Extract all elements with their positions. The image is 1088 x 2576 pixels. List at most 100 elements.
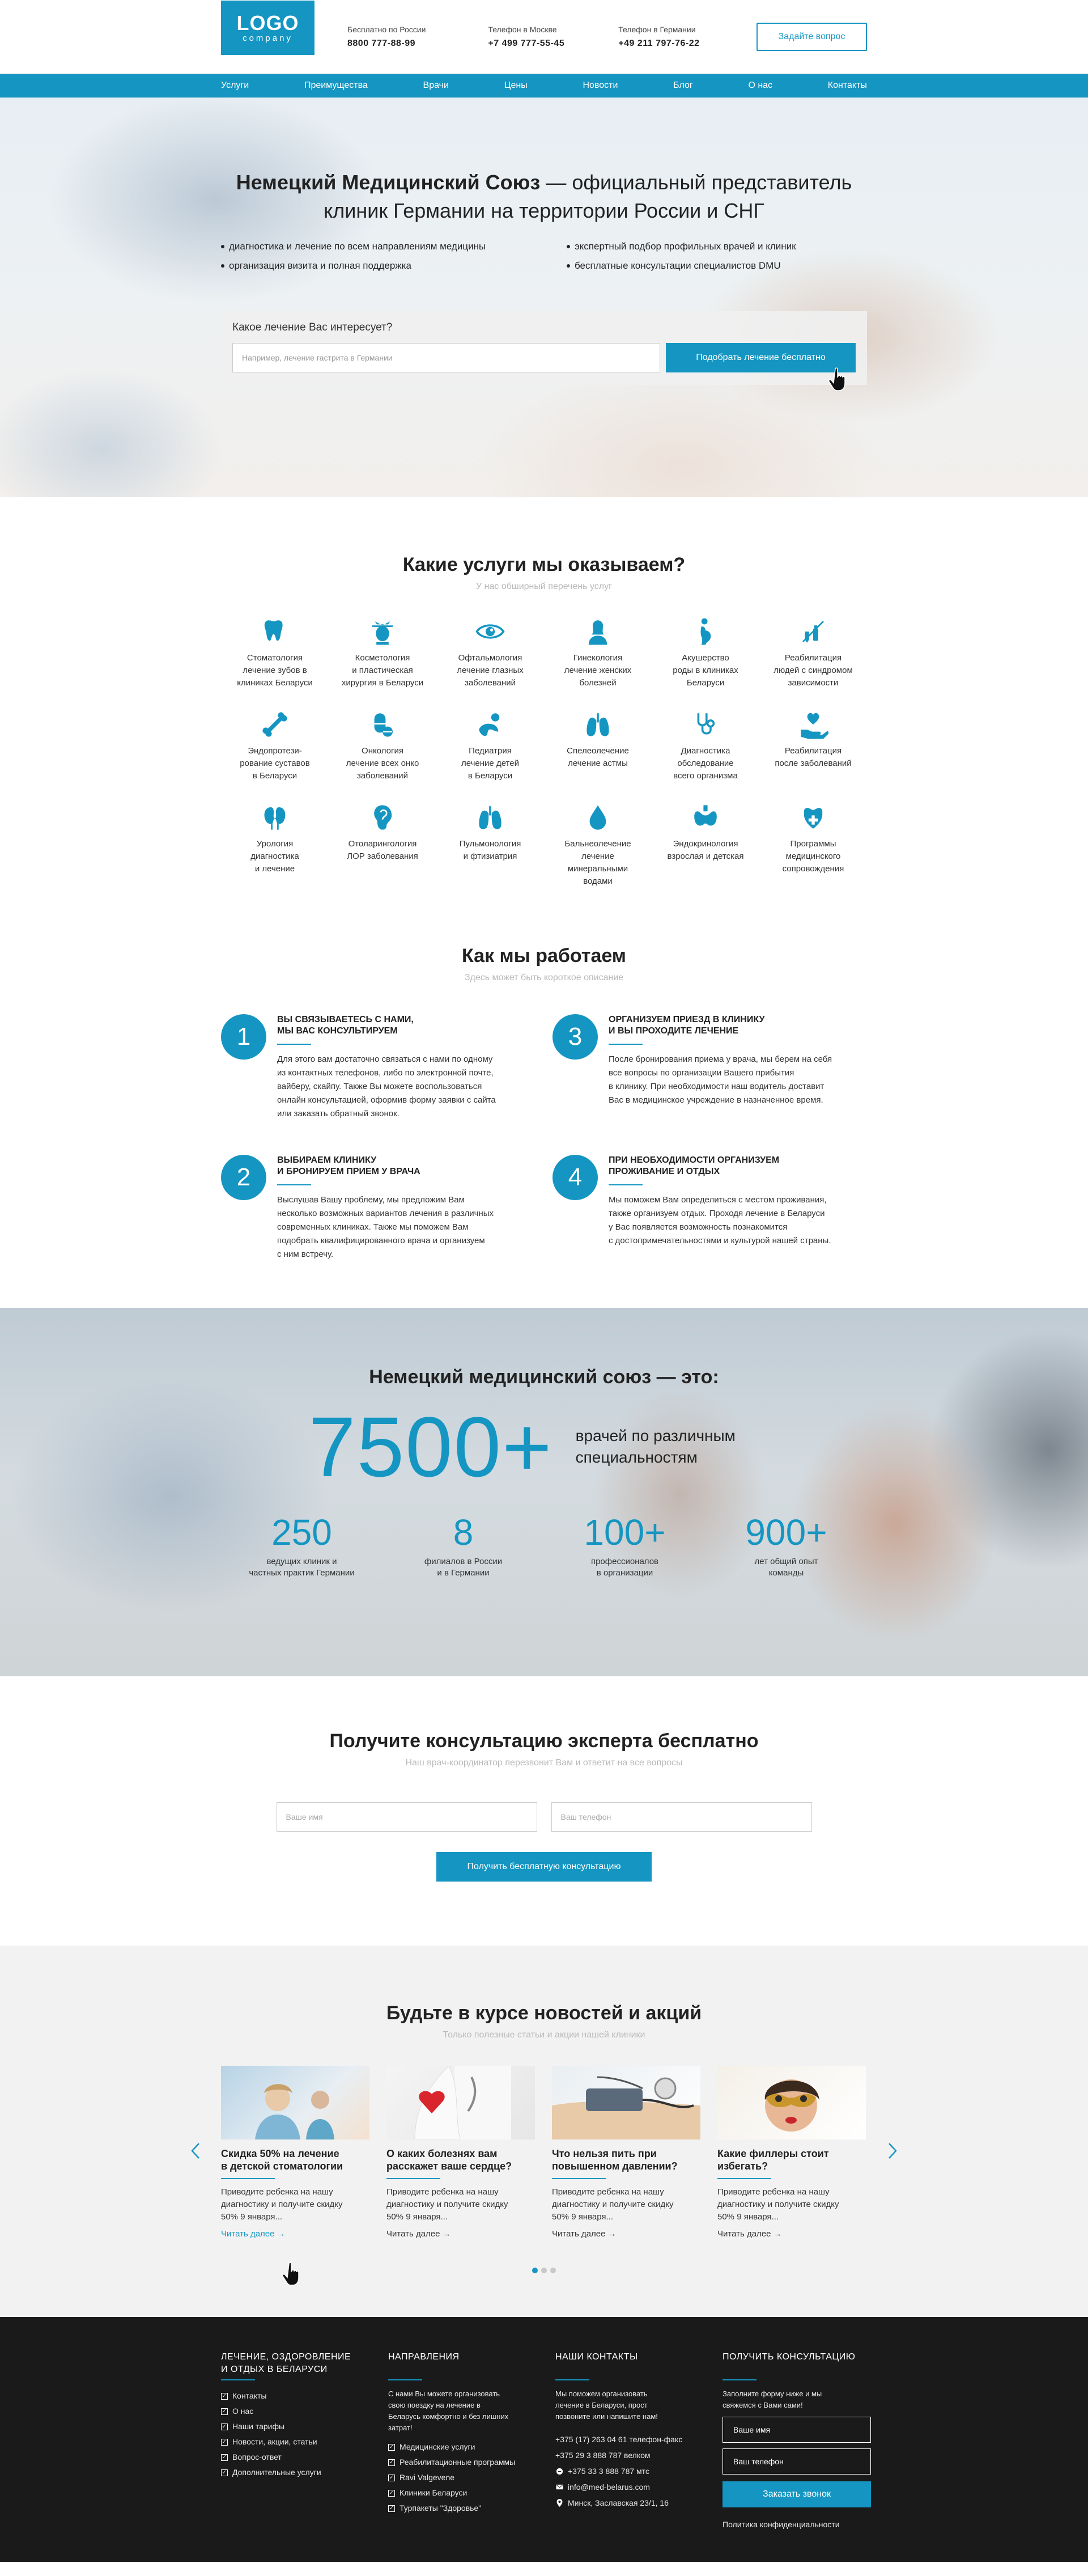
service-item[interactable]: Бальнеолечение лечение минеральными вода… <box>544 800 652 888</box>
nav-item-news[interactable]: Новости <box>583 80 618 91</box>
carousel-dot[interactable] <box>550 2268 556 2273</box>
carousel-dot[interactable] <box>532 2268 538 2273</box>
service-item[interactable]: Онкология лечение всех онко заболеваний <box>329 707 436 782</box>
service-item[interactable]: Отоларингология ЛОР заболевания <box>329 800 436 888</box>
footer-contact-line[interactable]: +375 (17) 263 04 61 телефон-факс <box>555 2431 700 2447</box>
nav-item-contacts[interactable]: Контакты <box>828 80 867 91</box>
read-more-link[interactable]: Читать далее → <box>717 2229 782 2239</box>
carousel-prev-button[interactable] <box>187 2139 204 2162</box>
treatment-question: Какое лечение Вас интересует? <box>232 321 393 333</box>
footer-link[interactable]: ✓ Наши тарифы <box>221 2419 366 2434</box>
service-item[interactable]: Косметология и пластическая хирургия в Б… <box>329 615 436 689</box>
stats-items: 250 ведущих клиник и частных практик Герм… <box>221 1512 867 1579</box>
ask-question-button[interactable]: Задайте вопрос <box>756 23 867 51</box>
service-label: Эндопротези- рование суставов в Беларуси <box>240 746 310 781</box>
footer-col-about: ЛЕЧЕНИЕ, ОЗДОРОВЛЕНИЕ И ОТДЫХ В БЕЛАРУСИ… <box>221 2351 366 2529</box>
news-image[interactable] <box>717 2066 866 2139</box>
step-number: 3 <box>552 1014 598 1060</box>
service-item[interactable]: Гинекология лечение женских болезней <box>544 615 652 689</box>
read-more-link[interactable]: Читать далее → <box>386 2229 451 2239</box>
footer-contact-line[interactable]: Минск, Заславская 23/1, 16 <box>555 2495 700 2511</box>
divider <box>717 2178 771 2179</box>
news-title[interactable]: Какие филлеры стоит избегать? <box>717 2147 866 2172</box>
service-item[interactable]: Эндопротези- рование суставов в Беларуси <box>221 707 329 782</box>
footer-contact-line[interactable]: +375 29 3 888 787 велком <box>555 2447 700 2463</box>
footer-link[interactable]: ✓ Медицинские услуги <box>388 2439 533 2455</box>
news-image[interactable] <box>221 2066 369 2139</box>
footer-link-label: Ravi Valgevene <box>400 2473 455 2482</box>
carousel-next-button[interactable] <box>884 2139 901 2162</box>
contact-number[interactable]: +49 211 797-76-22 <box>618 39 699 49</box>
news-image[interactable] <box>386 2066 535 2139</box>
footer-phone-input[interactable]: Ваш телефон <box>722 2448 871 2475</box>
service-item[interactable]: Педиатрия лечение детей в Беларуси <box>436 707 544 782</box>
news-excerpt: Приводите ребенка на нашу диагностику и … <box>552 2187 674 2222</box>
divider <box>221 2379 255 2380</box>
contact-russia: Бесплатно по России 8800 777-88-99 <box>347 25 426 49</box>
nav-item-doctors[interactable]: Врачи <box>423 80 449 91</box>
news-title[interactable]: Что нельзя пить при повышенном давлении? <box>552 2147 700 2172</box>
step-item: 1 ВЫ СВЯЗЫВАЕТЕСЬ С НАМИ, МЫ ВАС КОНСУЛЬТ… <box>221 1014 552 1121</box>
order-call-button[interactable]: Заказать звонок <box>722 2481 871 2507</box>
news-card[interactable]: Скидка 50% на лечение в детской стоматол… <box>221 2066 369 2239</box>
service-item[interactable]: Стоматология лечение зубов в клиниках Бе… <box>221 615 329 689</box>
nav-item-prices[interactable]: Цены <box>504 80 528 91</box>
service-item[interactable]: Акушерство роды в клиниках Беларуси <box>652 615 759 689</box>
service-item[interactable]: Спелеолечение лечение астмы <box>544 707 652 782</box>
nav-item-about[interactable]: О нас <box>748 80 772 91</box>
service-item[interactable]: Пульмонология и фтизиатрия <box>436 800 544 888</box>
hero: Немецкий Медицинский Союз — официальный … <box>0 98 1088 497</box>
stats-big-desc: врачей по различным специальностям <box>575 1427 736 1466</box>
find-treatment-button[interactable]: Подобрать лечение бесплатно <box>666 343 856 372</box>
get-consultation-button[interactable]: Получить бесплатную консультацию <box>436 1852 652 1882</box>
footer-contact-text: +375 33 3 888 787 мтс <box>568 2467 649 2476</box>
service-item[interactable]: Урология диагностика и лечение <box>221 800 329 888</box>
privacy-policy-link[interactable]: Политика конфиденциальности <box>722 2520 867 2529</box>
footer-link[interactable]: ✓ Новости, акции, статьи <box>221 2434 366 2450</box>
news-title[interactable]: Скидка 50% на лечение в детской стоматол… <box>221 2147 369 2172</box>
name-input[interactable]: Ваше имя <box>276 1802 537 1832</box>
news-card[interactable]: Что нельзя пить при повышенном давлении?… <box>552 2066 700 2239</box>
service-label: Онкология лечение всех онко заболеваний <box>346 746 419 781</box>
contact-number[interactable]: 8800 777-88-99 <box>347 39 426 49</box>
service-item[interactable]: Диагностика обследование всего организма <box>652 707 759 782</box>
service-item[interactable]: Офтальмология лечение глазных заболевани… <box>436 615 544 689</box>
footer-link[interactable]: ✓ О нас <box>221 2404 366 2419</box>
service-item[interactable]: Программы медицинского сопровождения <box>759 800 867 888</box>
logo[interactable]: LOGO company <box>221 1 314 55</box>
news-card[interactable]: Какие филлеры стоит избегать? Приводите р… <box>717 2066 866 2239</box>
divider <box>609 1184 643 1185</box>
footer-contact-line[interactable]: info@med-belarus.com <box>555 2479 700 2495</box>
treatment-input[interactable]: Например, лечение гастрита в Германии <box>232 343 660 372</box>
carousel-dot[interactable] <box>541 2268 547 2273</box>
footer-link[interactable]: ✓ Дополнительные услуги <box>221 2465 366 2480</box>
services-section: Какие услуги мы оказываем? У нас обширны… <box>0 497 1088 945</box>
footer-link[interactable]: ✓ Реабилитационные программы <box>388 2455 533 2470</box>
footer-link[interactable]: ✓ Контакты <box>221 2388 366 2404</box>
footer-contact-line[interactable]: +375 33 3 888 787 мтс <box>555 2463 700 2479</box>
footer-link[interactable]: ✓ Вопрос-ответ <box>221 2450 366 2465</box>
service-label: Урология диагностика и лечение <box>250 839 299 874</box>
nav-item-services[interactable]: Услуги <box>221 80 249 91</box>
read-more-link[interactable]: Читать далее → <box>552 2229 617 2239</box>
contact-number[interactable]: +7 499 777-55-45 <box>488 39 564 49</box>
service-item[interactable]: Реабилитация людей с синдромом зависимос… <box>759 615 867 689</box>
read-more-link[interactable]: Читать далее → <box>221 2229 286 2239</box>
nav-item-blog[interactable]: Блог <box>673 80 693 91</box>
stats-main: 7500+ врачей по различным специальностям <box>0 1399 1088 1495</box>
news-card[interactable]: О каких болезнях вам расскажет ваше серд… <box>386 2066 535 2239</box>
footer-link[interactable]: ✓ Ravi Valgevene <box>388 2470 533 2485</box>
footer-col-title: НАШИ КОНТАКТЫ <box>555 2352 638 2362</box>
news-image[interactable] <box>552 2066 700 2139</box>
service-item[interactable]: Реабилитация после заболеваний <box>759 707 867 782</box>
nav-item-advantages[interactable]: Преимущества <box>304 80 368 91</box>
treatment-search-form: Какое лечение Вас интересует? Например, … <box>221 311 867 391</box>
step-item: 3 ОРГАНИЗУЕМ ПРИЕЗД В КЛИНИКУ И ВЫ ПРОХОД… <box>552 1014 867 1121</box>
footer-name-input[interactable]: Ваше имя <box>722 2417 871 2443</box>
news-title[interactable]: О каких болезнях вам расскажет ваше серд… <box>386 2147 535 2172</box>
footer-link[interactable]: ✓ Клиники Беларуси <box>388 2485 533 2501</box>
phone-input[interactable]: Ваш телефон <box>551 1802 812 1832</box>
footer-link[interactable]: ✓ Турпакеты "Здоровье" <box>388 2501 533 2516</box>
stat-desc: профессионалов в организации <box>590 1557 659 1578</box>
service-item[interactable]: Эндокринология взрослая и детская <box>652 800 759 888</box>
